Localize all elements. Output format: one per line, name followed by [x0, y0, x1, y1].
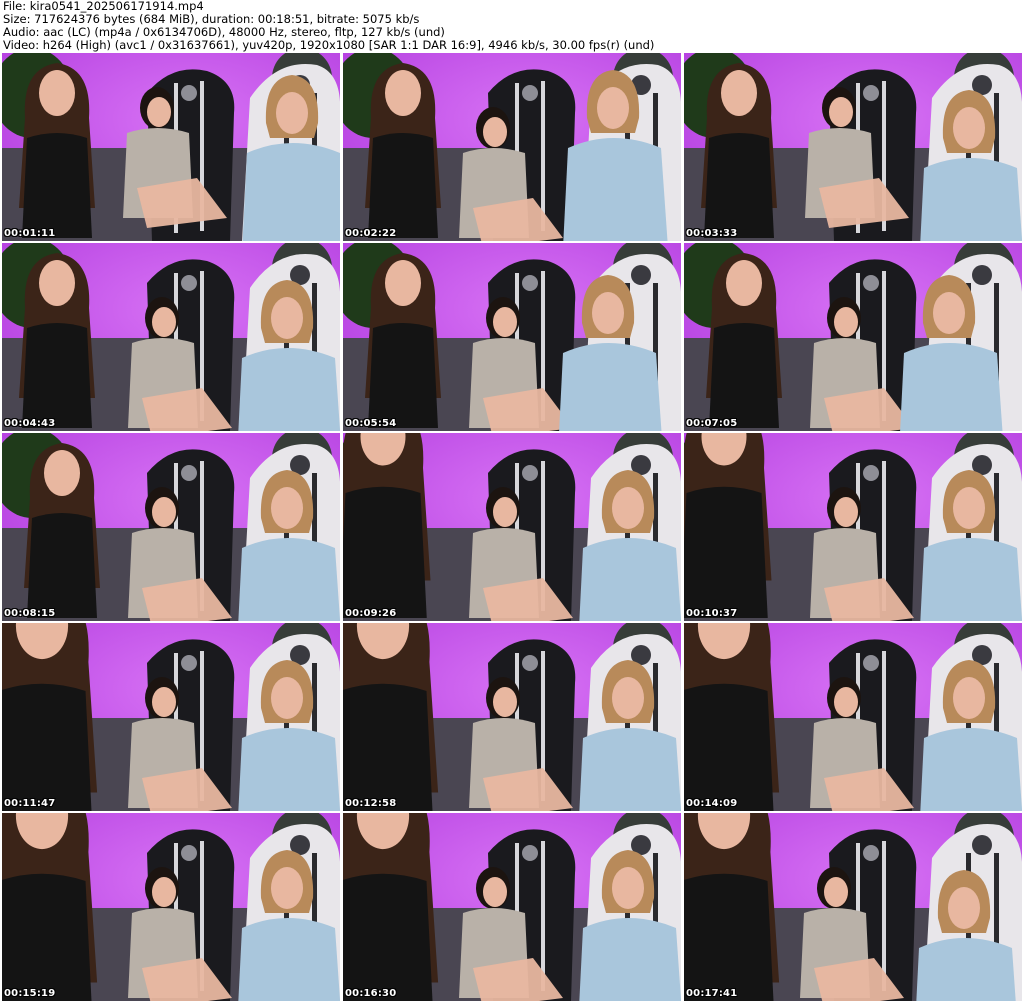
video-thumbnail[interactable]: 00:08:15: [2, 433, 340, 621]
thumbnail-scene: [343, 53, 681, 241]
thumbnail-timestamp: 00:15:19: [4, 988, 56, 999]
thumbnail-scene: [2, 243, 340, 431]
thumbnail-scene: [684, 623, 1022, 811]
thumbnail-timestamp: 00:05:54: [345, 418, 397, 429]
thumbnail-scene: [343, 433, 681, 621]
file-size-line: Size: 717624376 bytes (684 MiB), duratio…: [3, 13, 420, 26]
video-info-line: Video: h264 (High) (avc1 / 0x31637661), …: [3, 39, 655, 52]
video-thumbnail[interactable]: 00:14:09: [684, 623, 1022, 811]
video-thumbnail[interactable]: 00:09:26: [343, 433, 681, 621]
video-thumbnail[interactable]: 00:05:54: [343, 243, 681, 431]
thumbnail-timestamp: 00:09:26: [345, 608, 397, 619]
thumbnail-timestamp: 00:12:58: [345, 798, 397, 809]
thumbnail-timestamp: 00:07:05: [686, 418, 738, 429]
thumbnail-timestamp: 00:01:11: [4, 228, 56, 239]
video-thumbnail[interactable]: 00:11:47: [2, 623, 340, 811]
thumbnail-timestamp: 00:04:43: [4, 418, 56, 429]
thumbnail-scene: [684, 813, 1022, 1001]
thumbnail-scene: [2, 813, 340, 1001]
video-thumbnail[interactable]: 00:15:19: [2, 813, 340, 1001]
thumbnail-timestamp: 00:02:22: [345, 228, 397, 239]
thumbnail-scene: [343, 623, 681, 811]
thumbnail-scene: [2, 623, 340, 811]
video-thumbnail[interactable]: 00:03:33: [684, 53, 1022, 241]
thumbnail-timestamp: 00:03:33: [686, 228, 738, 239]
video-thumbnail[interactable]: 00:02:22: [343, 53, 681, 241]
thumbnail-timestamp: 00:10:37: [686, 608, 738, 619]
video-thumbnail[interactable]: 00:04:43: [2, 243, 340, 431]
thumbnail-timestamp: 00:16:30: [345, 988, 397, 999]
thumbnail-timestamp: 00:17:41: [686, 988, 738, 999]
thumbnail-scene: [343, 813, 681, 1001]
thumbnail-scene: [343, 243, 681, 431]
thumbnail-timestamp: 00:14:09: [686, 798, 738, 809]
video-thumbnail[interactable]: 00:10:37: [684, 433, 1022, 621]
thumbnail-scene: [2, 433, 340, 621]
thumbnail-timestamp: 00:08:15: [4, 608, 56, 619]
video-thumbnail[interactable]: 00:16:30: [343, 813, 681, 1001]
thumbnail-scene: [684, 243, 1022, 431]
file-info-header: File: kira0541_202506171914.mp4 Size: 71…: [0, 0, 1024, 52]
thumbnail-scene: [684, 53, 1022, 241]
video-thumbnail[interactable]: 00:07:05: [684, 243, 1022, 431]
file-name-line: File: kira0541_202506171914.mp4: [3, 0, 204, 13]
thumbnail-timestamp: 00:11:47: [4, 798, 56, 809]
thumbnail-scene: [2, 53, 340, 241]
video-thumbnail[interactable]: 00:17:41: [684, 813, 1022, 1001]
thumbnail-scene: [684, 433, 1022, 621]
video-thumbnail[interactable]: 00:01:11: [2, 53, 340, 241]
video-thumbnail[interactable]: 00:12:58: [343, 623, 681, 811]
thumbnail-grid: 00:01:11 00:02:22 00:03:33 00:04:43 00:05:54…: [2, 53, 1022, 1003]
audio-info-line: Audio: aac (LC) (mp4a / 0x6134706D), 480…: [3, 26, 445, 39]
